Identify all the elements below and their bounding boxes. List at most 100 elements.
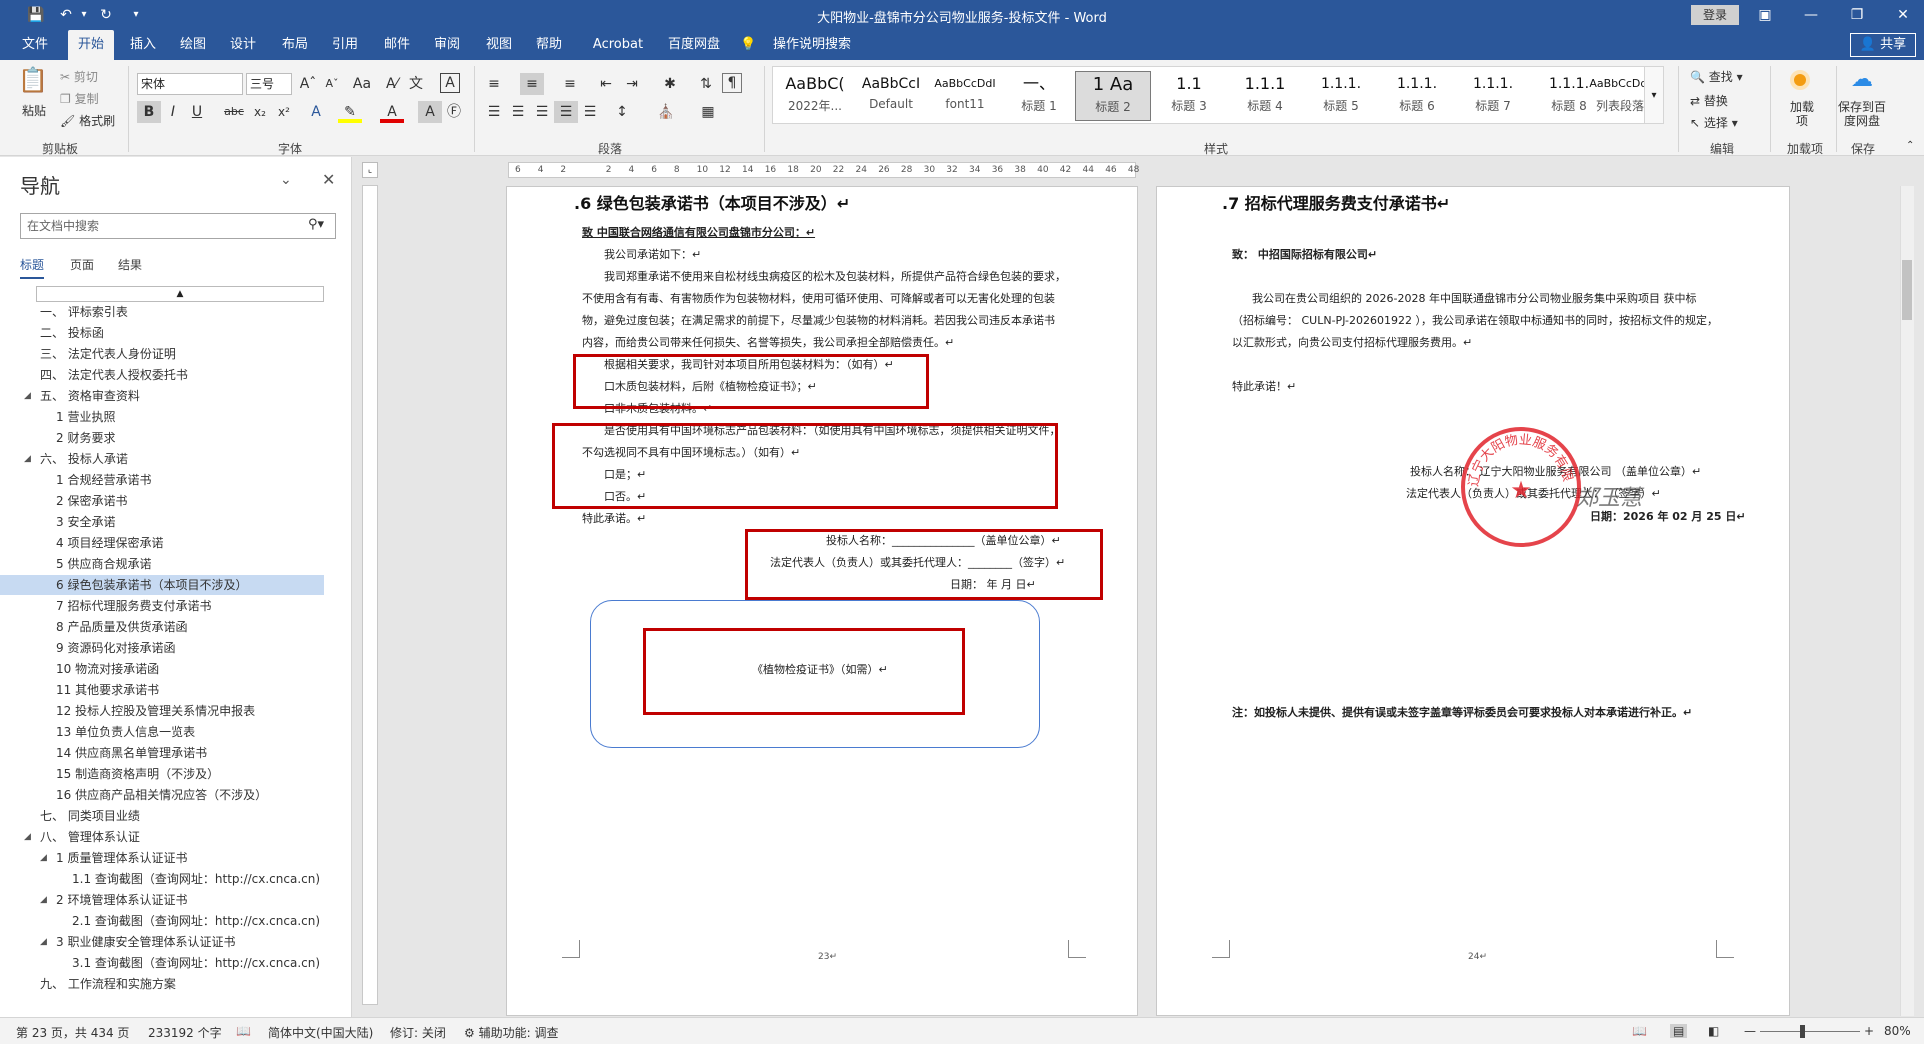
collapse-triangle-icon[interactable]: ◢ <box>24 827 31 847</box>
tab-acrobat[interactable]: Acrobat <box>582 30 654 60</box>
collapse-triangle-icon[interactable]: ◢ <box>40 848 47 868</box>
web-layout-icon[interactable]: ◧ <box>1708 1024 1719 1038</box>
style-item[interactable]: AaBbCcI Default <box>853 71 929 121</box>
styles-more-icon[interactable]: ▾ <box>1644 66 1664 124</box>
nav-item[interactable]: 6 绿色包装承诺书（本项目不涉及） <box>0 575 324 595</box>
nav-item[interactable]: 13 单位负责人信息一览表 <box>0 722 324 742</box>
print-layout-icon[interactable]: ▤ <box>1670 1024 1688 1038</box>
tell-me-search[interactable]: 操作说明搜索 <box>764 30 860 60</box>
align-left-icon[interactable]: ☰ <box>482 101 506 123</box>
nav-item[interactable]: 2 财务要求 <box>0 428 324 448</box>
nav-item[interactable]: 九、 工作流程和实施方案 <box>0 974 324 994</box>
change-case-icon[interactable]: Aa <box>350 73 374 95</box>
accessibility-button[interactable]: ⚙ 辅助功能: 调查 <box>464 1024 558 1041</box>
tab-view[interactable]: 视图 <box>476 30 522 60</box>
copy-button[interactable]: ❐ 复制 <box>60 90 99 107</box>
cut-button[interactable]: ✂ 剪切 <box>60 68 98 85</box>
nav-item[interactable]: 一、 评标索引表 <box>0 302 324 322</box>
style-item[interactable]: 一、 标题 1 <box>1001 71 1077 121</box>
page-24[interactable] <box>1156 186 1790 1016</box>
tab-references[interactable]: 引用 <box>322 30 368 60</box>
nav-item[interactable]: 7 招标代理服务费支付承诺书 <box>0 596 324 616</box>
find-button[interactable]: 🔍 查找 ▾ <box>1690 68 1743 85</box>
superscript-icon[interactable]: x² <box>272 101 296 123</box>
nav-item[interactable]: 15 制造商资格声明（不涉及） <box>0 764 324 784</box>
close-icon[interactable]: ✕ <box>1892 4 1914 26</box>
search-icon[interactable]: ⚲▾ <box>308 217 324 232</box>
italic-icon[interactable]: I <box>161 101 185 123</box>
collapse-triangle-icon[interactable]: ◢ <box>40 890 47 910</box>
style-item[interactable]: 1.1.1. 标题 7 <box>1455 71 1531 121</box>
shrink-font-icon[interactable]: Aˇ <box>320 73 344 95</box>
nav-item[interactable]: 3.1 查询截图（查询网址：http://cx.cnca.cn) <box>0 953 324 973</box>
highlight-icon[interactable]: ✎ <box>338 101 362 123</box>
nav-item[interactable]: ◢ 六、 投标人承诺 <box>0 449 324 469</box>
collapse-triangle-icon[interactable]: ◢ <box>24 449 31 469</box>
restore-icon[interactable]: ❐ <box>1846 4 1868 26</box>
increase-indent-icon[interactable]: ⇥ <box>620 73 644 95</box>
tab-file[interactable]: 文件 <box>12 30 58 60</box>
nav-tab-pages[interactable]: 页面 <box>70 256 94 273</box>
tab-help[interactable]: 帮助 <box>526 30 572 60</box>
paste-label[interactable]: 粘贴 <box>22 102 46 119</box>
align-center-icon[interactable]: ☰ <box>506 101 530 123</box>
nav-options-icon[interactable]: ⌄ <box>280 172 292 188</box>
borders-icon[interactable]: ▦ <box>696 101 720 123</box>
align-right-icon[interactable]: ☰ <box>530 101 554 123</box>
nav-item[interactable]: 1.1 查询截图（查询网址：http://cx.cnca.cn) <box>0 869 324 889</box>
decrease-indent-icon[interactable]: ⇤ <box>594 73 618 95</box>
collapse-ribbon-icon[interactable]: ⌃ <box>1906 140 1914 151</box>
multilevel-list-icon[interactable]: ≡ <box>558 73 582 95</box>
share-button[interactable]: 👤 共享 <box>1850 33 1916 57</box>
nav-item[interactable]: ◢ 五、 资格审查资料 <box>0 386 324 406</box>
zoom-slider-thumb[interactable] <box>1800 1025 1805 1038</box>
nav-item[interactable]: 1 合规经营承诺书 <box>0 470 324 490</box>
show-marks-icon[interactable]: ¶ <box>722 73 742 93</box>
collapse-triangle-icon[interactable]: ◢ <box>40 932 47 952</box>
underline-icon[interactable]: U <box>185 101 209 123</box>
nav-item[interactable]: 8 产品质量及供货承诺函 <box>0 617 324 637</box>
style-item[interactable]: 1.1 标题 3 <box>1151 71 1227 121</box>
horizontal-ruler[interactable]: 6 4 2 2 4 6 8 10 12 14 16 18 20 22 24 26 28 30 32 34 36 38 40 4… <box>508 162 1139 178</box>
zoom-slider[interactable] <box>1760 1031 1860 1032</box>
nav-item[interactable]: 1 营业执照 <box>0 407 324 427</box>
vertical-ruler[interactable] <box>362 185 378 1005</box>
nav-item[interactable]: 4 项目经理保密承诺 <box>0 533 324 553</box>
nav-item[interactable]: 10 物流对接承诺函 <box>0 659 324 679</box>
tab-selector[interactable]: ⌞ <box>362 162 378 178</box>
nav-search-input[interactable]: 在文档中搜索 <box>20 213 336 239</box>
nav-item[interactable]: 3 安全承诺 <box>0 512 324 532</box>
tab-layout[interactable]: 布局 <box>272 30 318 60</box>
nav-item[interactable]: ◢ 1 质量管理体系认证证书 <box>0 848 324 868</box>
select-button[interactable]: ↖ 选择 ▾ <box>1690 114 1738 131</box>
font-color-icon[interactable]: A <box>380 101 404 123</box>
replace-button[interactable]: ⇄ 替换 <box>1690 92 1728 109</box>
subscript-icon[interactable]: x₂ <box>248 101 272 123</box>
nav-item[interactable]: ◢ 2 环境管理体系认证证书 <box>0 890 324 910</box>
tab-insert[interactable]: 插入 <box>120 30 166 60</box>
enclose-char-icon[interactable]: Ⓕ <box>442 101 466 123</box>
chinese-layout-icon[interactable]: ✱ <box>658 73 682 95</box>
tab-mailings[interactable]: 邮件 <box>374 30 420 60</box>
addins-label[interactable]: 加载项 <box>1790 100 1814 128</box>
addins-icon[interactable] <box>1790 70 1810 90</box>
nav-item[interactable]: 2 保密承诺书 <box>0 491 324 511</box>
ribbon-display-icon[interactable]: ▣ <box>1754 4 1776 26</box>
nav-item[interactable]: 14 供应商黑名单管理承诺书 <box>0 743 324 763</box>
justify-icon[interactable]: ☰ <box>554 101 578 123</box>
text-effects-icon[interactable]: A <box>304 101 328 123</box>
style-item-selected[interactable]: 1 Aa 标题 2 <box>1075 71 1151 121</box>
phonetic-icon[interactable]: 文 <box>404 73 428 95</box>
nav-item[interactable]: 2.1 查询截图（查询网址：http://cx.cnca.cn) <box>0 911 324 931</box>
tab-draw[interactable]: 绘图 <box>170 30 216 60</box>
nav-item[interactable]: 七、 同类项目业绩 <box>0 806 324 826</box>
nav-item[interactable]: 三、 法定代表人身份证明 <box>0 344 324 364</box>
login-button[interactable]: 登录 <box>1691 5 1739 25</box>
zoom-level[interactable]: 80% <box>1884 1024 1911 1038</box>
distributed-icon[interactable]: ☰ <box>578 101 602 123</box>
track-changes-indicator[interactable]: 修订: 关闭 <box>390 1024 446 1041</box>
paste-icon[interactable]: 📋 <box>18 66 48 96</box>
nav-tab-results[interactable]: 结果 <box>118 256 142 273</box>
save-to-baidu-label[interactable]: 保存到百度网盘 <box>1836 100 1888 128</box>
tab-review[interactable]: 审阅 <box>424 30 470 60</box>
